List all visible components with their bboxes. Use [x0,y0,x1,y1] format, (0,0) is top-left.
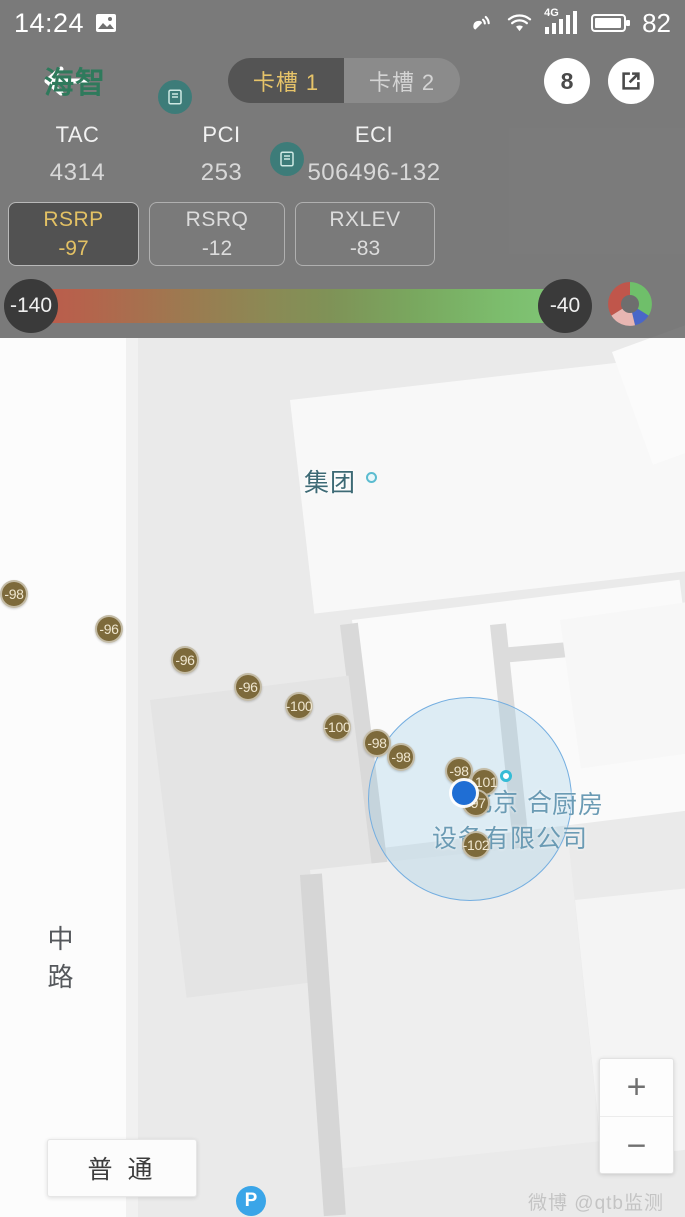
signal-marker[interactable]: -102 [462,831,490,859]
battery-icon [591,14,631,32]
status-bar-left: 14:24 [14,8,118,39]
metric-eci-value: 506496-132 [307,159,441,186]
map-label-road: 中路 [47,924,75,992]
map-poi-ring-icon [500,770,512,782]
image-icon [96,14,117,32]
kpi-button-rsrp[interactable]: RSRP -97 [8,202,139,266]
pie-chart-glyph [608,282,652,326]
kpi-rxlev-key: RXLEV [329,207,401,231]
kpi-rsrq-value: -12 [201,236,233,260]
kpi-rsrp-key: RSRP [43,207,104,231]
map-label-group: 集团 [304,469,357,497]
watermark-text: 微博 @qtb监测 [528,1193,664,1214]
kpi-selector-row[interactable]: RSRP -97 RSRQ -12 RXLEV -83 [8,202,680,266]
gps-icon [473,15,490,30]
signal-legend: -140 -40 [0,278,685,334]
status-bar-right: 4G 82 [469,7,671,39]
sim-slot-tabs[interactable]: 卡槽 1 卡槽 2 [228,58,460,103]
map-label-under-header: 海智 [44,67,106,100]
signal-marker[interactable]: -96 [171,646,199,674]
share-icon [622,72,640,90]
document-icon [280,151,294,167]
wifi-icon [507,14,532,32]
signal-marker[interactable]: -98 [0,580,28,608]
metric-tac-key: TAC [55,122,100,147]
kpi-rsrq-key: RSRQ [185,207,249,231]
signal-marker[interactable]: -98 [387,743,415,771]
map-zoom-controls[interactable]: + − [599,1058,674,1174]
metric-eci-key: ECI [354,122,394,147]
signal-marker[interactable]: -96 [234,673,262,701]
tab-sim-slot-1[interactable]: 卡槽 1 [228,58,344,103]
map-road-vertical [0,338,128,1217]
legend-min-value: -140 [4,279,58,333]
map-label-poi-secondary: 厨房 [552,791,605,819]
map-poi-dot-icon [366,472,377,483]
legend-gradient-bar [14,289,588,323]
map-poi-icon-1 [158,80,192,114]
map-building-east [560,597,685,769]
metric-eci: ECI 506496-132 [288,122,460,194]
metric-tac: TAC 4314 [0,122,155,194]
zoom-in-button[interactable]: + [600,1059,673,1117]
pie-chart-icon[interactable] [604,278,656,330]
signal-marker[interactable]: -100 [285,692,313,720]
poi-line-2: 设备有限公司 [431,825,588,853]
metric-pci-key: PCI [202,122,241,147]
signal-marker[interactable]: -100 [323,713,351,741]
metric-pci-value: 253 [200,159,243,186]
metric-tac-value: 4314 [49,159,106,186]
cell-metrics-row: TAC 4314 PCI 253 ECI 506496-132 [0,122,460,194]
kpi-button-rxlev[interactable]: RXLEV -83 [295,202,435,266]
kpi-rsrp-value: -97 [58,236,89,260]
status-clock: 14:24 [14,7,85,38]
network-type-label: 4G [544,7,559,19]
legend-max-value: -40 [538,279,592,333]
parking-icon[interactable]: P [236,1186,266,1216]
cell-count-badge-button[interactable]: 8 [544,58,590,104]
share-button[interactable] [608,58,654,104]
battery-percent: 82 [642,7,671,38]
map-poi-icon-2 [270,142,304,176]
current-location-dot [452,781,476,805]
document-icon [168,89,182,105]
cellular-4g-icon: 4G [544,7,580,36]
map-road-edge [126,338,138,1217]
kpi-button-rsrq[interactable]: RSRQ -12 [149,202,285,266]
status-bar: 14:24 4G 82 [0,0,685,46]
signal-marker[interactable]: -96 [95,615,123,643]
zoom-out-button[interactable]: − [600,1117,673,1175]
signal-info-header: 海智 14:24 4G 82 卡槽 1 卡槽 2 8 TAC 4314 PCI … [0,0,685,338]
tab-sim-slot-2[interactable]: 卡槽 2 [344,58,460,103]
map-mode-button[interactable]: 普 通 [47,1139,197,1197]
kpi-rxlev-value: -83 [349,236,381,260]
metric-pci: PCI 253 [155,122,288,194]
